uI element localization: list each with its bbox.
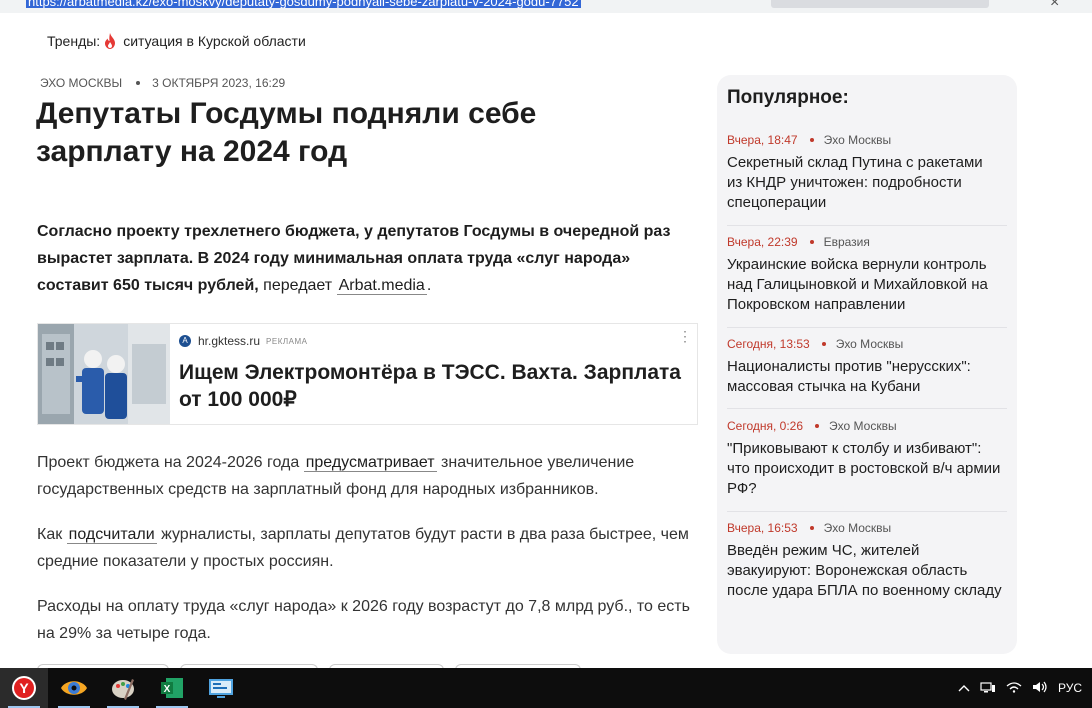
news-meta: Сегодня, 13:53 Эхо Москвы [727, 337, 1002, 351]
news-source: Эхо Москвы [823, 521, 892, 535]
close-icon[interactable]: × [1050, 0, 1059, 12]
article-date: 3 ОКТЯБРЯ 2023, 16:29 [152, 76, 286, 90]
taskbar-app-excel[interactable]: X [148, 668, 196, 708]
divider [727, 225, 1007, 226]
svg-text:Y: Y [19, 680, 29, 696]
meta-dot [809, 138, 814, 142]
lead-source-link[interactable]: Arbat.media [336, 277, 427, 295]
address-bar[interactable]: https://arbatmedia.kz/exo-moskvy/deputat… [0, 0, 1092, 13]
wifi-icon[interactable] [1006, 681, 1022, 696]
news-title[interactable]: "Приковывают к столбу и избивают": что п… [727, 439, 1002, 499]
paint-palette-icon [112, 679, 134, 700]
eye-app-icon [61, 681, 87, 695]
p1-start: Проект бюджета на 2024-2026 года [37, 454, 304, 471]
lead-plain-text: передает [258, 277, 337, 294]
meta-dot [809, 240, 814, 244]
news-item[interactable]: Вчера, 18:47 Эхо Москвы Секретный склад П… [727, 133, 1002, 213]
p2-link[interactable]: подсчитали [66, 526, 157, 544]
taskbar-app-yandex[interactable]: Y [0, 668, 48, 708]
popular-sidebar: Популярное: Вчера, 18:47 Эхо Москвы Секре… [717, 75, 1017, 654]
svg-text:X: X [164, 684, 171, 695]
trends-bar: Тренды: ситуация в Курской области [47, 33, 306, 49]
toolbar-button[interactable] [871, 0, 989, 8]
monitor-app-icon [209, 679, 233, 698]
ad-photo-icon [38, 324, 170, 424]
news-source: Эхо Москвы [823, 133, 892, 147]
divider [727, 408, 1007, 409]
flame-icon [105, 33, 116, 49]
article-paragraph: Проект бюджета на 2024-2026 года предусм… [37, 449, 707, 503]
news-source: Эхо Москвы [835, 337, 904, 351]
ad-domain[interactable]: A hr.gktess.ru РЕКЛАМА [179, 334, 307, 348]
network-icon[interactable] [980, 681, 996, 696]
trend-topic-link[interactable]: ситуация в Курской области [123, 33, 306, 49]
news-time: Вчера, 22:39 [727, 235, 798, 249]
meta-dot [821, 342, 826, 346]
meta-dot [815, 424, 820, 428]
p2-start: Как [37, 526, 67, 543]
yandex-browser-icon: Y [12, 676, 36, 700]
news-meta: Вчера, 22:39 Евразия [727, 235, 1002, 249]
divider [727, 327, 1007, 328]
news-source: Евразия [823, 235, 870, 249]
news-item[interactable]: Сегодня, 0:26 Эхо Москвы "Приковывают к с… [727, 419, 1002, 499]
news-time: Сегодня, 13:53 [727, 337, 810, 351]
language-indicator[interactable]: РУС [1058, 681, 1082, 695]
url-text[interactable]: https://arbatmedia.kz/exo-moskvy/deputat… [26, 0, 581, 8]
article-title: Депутаты Госдумы подняли себе зарплату н… [36, 97, 537, 168]
news-time: Вчера, 18:47 [727, 133, 798, 147]
chevron-up-icon[interactable] [958, 681, 970, 695]
article-paragraph: Расходы на оплату труда «слуг народа» к … [37, 598, 690, 642]
divider [727, 511, 1007, 512]
article-paragraph: Как подсчитали журналисты, зарплаты депу… [37, 521, 707, 575]
taskbar-app-eye[interactable] [50, 668, 98, 708]
volume-icon[interactable] [1032, 681, 1048, 696]
p1-link[interactable]: предусматривает [303, 454, 437, 472]
news-title[interactable]: Украинские войска вернули контроль над Г… [727, 255, 1002, 315]
trends-label: Тренды: [47, 33, 101, 49]
taskbar: Y X РУС [0, 668, 1092, 708]
ad-domain-text[interactable]: hr.gktess.ru [198, 334, 260, 348]
ad-tag: РЕКЛАМА [266, 336, 308, 346]
article-lead: Согласно проекту трехлетнего бюджета, у … [37, 218, 702, 299]
news-title[interactable]: Секретный склад Путина с ракетами из КНД… [727, 153, 1002, 213]
meta-dot [809, 526, 814, 530]
ad-block[interactable]: A hr.gktess.ru РЕКЛАМА ⋮ Ищем Электромон… [37, 323, 698, 425]
ad-logo-icon: A [179, 335, 191, 347]
more-options-icon[interactable]: ⋮ [678, 329, 692, 343]
article-source[interactable]: ЭХО МОСКВЫ [40, 76, 122, 90]
lead-end: . [426, 277, 432, 294]
news-item[interactable]: Вчера, 22:39 Евразия Украинские войска ве… [727, 235, 1002, 315]
ad-image[interactable] [38, 324, 170, 424]
taskbar-app-monitor[interactable] [197, 668, 245, 708]
news-meta: Сегодня, 0:26 Эхо Москвы [727, 419, 1002, 433]
news-time: Вчера, 16:53 [727, 521, 798, 535]
system-tray: РУС [958, 668, 1092, 708]
news-time: Сегодня, 0:26 [727, 419, 804, 433]
sidebar-title: Популярное: [727, 87, 849, 108]
news-source: Эхо Москвы [829, 419, 897, 433]
news-item[interactable]: Вчера, 16:53 Эхо Москвы Введён режим ЧС, … [727, 521, 1002, 601]
news-item[interactable]: Сегодня, 13:53 Эхо Москвы Националисты пр… [727, 337, 1002, 397]
news-meta: Вчера, 16:53 Эхо Москвы [727, 521, 1002, 535]
taskbar-app-paint[interactable] [99, 668, 147, 708]
article-meta: ЭХО МОСКВЫ 3 ОКТЯБРЯ 2023, 16:29 [40, 76, 285, 90]
news-meta: Вчера, 18:47 Эхо Москвы [727, 133, 1002, 147]
excel-icon: X [161, 678, 183, 698]
ad-headline[interactable]: Ищем Электромонтёра в ТЭСС. Вахта. Зарпл… [179, 359, 694, 413]
meta-dot [136, 81, 141, 85]
news-title[interactable]: Националисты против "нерусских": массова… [727, 357, 1002, 397]
news-title[interactable]: Введён режим ЧС, жителей эвакуируют: Вор… [727, 541, 1002, 601]
